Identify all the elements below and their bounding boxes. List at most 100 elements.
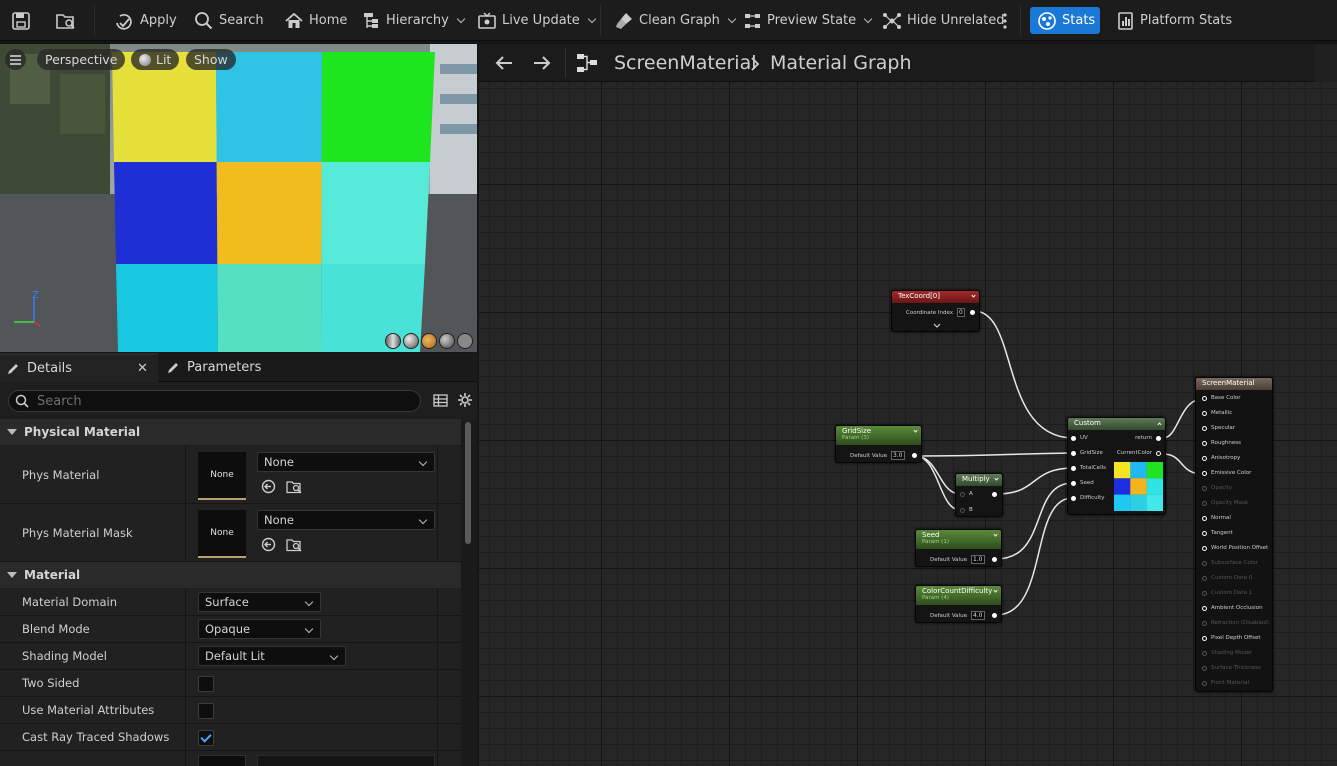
output-pin-row[interactable]: Pixel Depth Offset: [1202, 635, 1261, 641]
browse-asset-icon[interactable]: [55, 0, 77, 41]
more-options-icon[interactable]: [1002, 0, 1008, 41]
output-pin-row[interactable]: Roughness: [1202, 440, 1241, 446]
input-pin[interactable]: [1202, 455, 1207, 461]
search-button[interactable]: Search: [194, 0, 264, 41]
output-pin-row[interactable]: Emissive Color: [1202, 470, 1251, 476]
gear-icon[interactable]: [457, 392, 473, 408]
output-pin-row[interactable]: Opacity: [1202, 485, 1232, 491]
viewport-menu-icon[interactable]: [5, 49, 26, 70]
perspective-button[interactable]: Perspective: [37, 49, 126, 70]
node-screen-material-output[interactable]: ScreenMaterial Base Color Metallic Specula…: [1195, 377, 1273, 692]
input-pin[interactable]: [1202, 590, 1207, 596]
input-pin[interactable]: [1202, 635, 1207, 641]
pin-difficulty[interactable]: Difficulty: [1071, 495, 1105, 501]
output-pin-row[interactable]: Front Material: [1202, 680, 1249, 686]
output-pin-row[interactable]: Ambient Occlusion: [1202, 605, 1263, 611]
material-domain-combo[interactable]: Surface: [198, 592, 321, 612]
shading-model-combo[interactable]: Default Lit: [198, 646, 346, 666]
input-pin[interactable]: [1202, 440, 1207, 446]
pin-default-value[interactable]: Default Value 1.0: [930, 555, 985, 564]
node-gridsize[interactable]: GridSize Param (3) Default Value 3.0: [835, 425, 922, 463]
close-icon[interactable]: ✕: [137, 361, 148, 376]
pin-value[interactable]: 0: [957, 308, 965, 317]
asset-thumbnail[interactable]: None: [198, 510, 246, 558]
input-pin[interactable]: [1202, 605, 1207, 611]
output-pin[interactable]: [992, 492, 997, 497]
output-pin-row[interactable]: Subsurface Color: [1202, 560, 1258, 566]
lit-button[interactable]: Lit: [131, 49, 180, 70]
blend-mode-combo[interactable]: Opaque: [198, 619, 321, 639]
browse-asset-icon[interactable]: [286, 537, 303, 552]
input-pin[interactable]: [1202, 410, 1207, 416]
output-pin-row[interactable]: Base Color: [1202, 395, 1241, 401]
cast-ray-traced-shadows-checkbox[interactable]: [198, 730, 214, 746]
show-button[interactable]: Show: [186, 49, 236, 70]
home-button[interactable]: Home: [284, 0, 347, 41]
two-sided-checkbox[interactable]: [198, 676, 214, 692]
input-pin[interactable]: [1202, 530, 1207, 536]
output-pin[interactable]: [992, 557, 997, 562]
details-search-input[interactable]: [37, 393, 397, 409]
node-seed[interactable]: Seed Param (1) Default Value 1.0: [915, 529, 1002, 567]
partial-combo[interactable]: [257, 755, 435, 766]
stats-button[interactable]: Stats: [1030, 7, 1100, 34]
custom-mesh-preview-icon[interactable]: [457, 333, 473, 349]
platform-stats-button[interactable]: Platform Stats: [1117, 0, 1232, 41]
pin-value[interactable]: 4.0: [970, 611, 985, 620]
pin-default-value[interactable]: Default Value 3.0: [850, 451, 905, 460]
asset-thumbnail[interactable]: None: [198, 452, 246, 500]
input-pin[interactable]: [1202, 680, 1207, 686]
pin-coordinate-index[interactable]: Coordinate Index 0: [906, 308, 965, 317]
input-pin[interactable]: [1202, 395, 1207, 401]
use-material-attributes-checkbox[interactable]: [198, 703, 214, 719]
asset-thumbnail[interactable]: [198, 755, 246, 766]
output-pin-row[interactable]: Tangent: [1202, 530, 1233, 536]
pin-default-value[interactable]: Default Value 4.0: [930, 611, 985, 620]
input-pin[interactable]: [1202, 620, 1207, 626]
hide-unrelated-button[interactable]: Hide Unrelated: [882, 0, 1005, 41]
preview-state-button[interactable]: Preview State: [744, 0, 873, 41]
apply-button[interactable]: Apply: [113, 0, 177, 41]
output-pin-row[interactable]: Anisotropy: [1202, 455, 1240, 461]
details-scrollbar-thumb[interactable]: [465, 422, 471, 544]
input-pin[interactable]: [1202, 560, 1207, 566]
output-pin-row[interactable]: Metallic: [1202, 410, 1232, 416]
input-pin[interactable]: [1202, 545, 1207, 551]
output-pin-row[interactable]: Specular: [1202, 425, 1235, 431]
output-pin-row[interactable]: Shading Model: [1202, 650, 1252, 656]
chevron-down-icon[interactable]: [933, 323, 941, 329]
output-pin[interactable]: [992, 613, 997, 618]
pin-gridsize[interactable]: GridSize: [1071, 450, 1103, 456]
pin-value[interactable]: 1.0: [970, 555, 985, 564]
input-pin[interactable]: [1202, 575, 1207, 581]
breadcrumb-asset[interactable]: ScreenMaterial: [614, 44, 757, 82]
phys-material-mask-combo[interactable]: None: [257, 510, 435, 530]
sphere-preview-icon[interactable]: [403, 333, 419, 349]
pin-seed[interactable]: Seed: [1071, 480, 1094, 486]
back-arrow-icon[interactable]: [494, 55, 514, 71]
forward-arrow-icon[interactable]: [532, 55, 552, 71]
cube-preview-icon[interactable]: [439, 333, 455, 349]
category-material[interactable]: Material: [0, 562, 461, 588]
use-selected-icon[interactable]: [261, 537, 276, 552]
output-pin-row[interactable]: Custom Data 1: [1202, 590, 1252, 596]
node-multiply[interactable]: Multiply A B: [955, 473, 1003, 517]
material-preview-viewport[interactable]: Perspective Lit Show Z: [0, 44, 477, 352]
save-icon[interactable]: [11, 0, 31, 41]
breadcrumb-graph[interactable]: Material Graph: [770, 44, 912, 82]
output-pin-row[interactable]: World Position Offset: [1202, 545, 1268, 551]
input-pin[interactable]: [1202, 650, 1207, 656]
pin-current-color[interactable]: CurrentColor: [1117, 450, 1161, 456]
input-pin[interactable]: [1202, 665, 1207, 671]
output-pin-row[interactable]: Normal: [1202, 515, 1231, 521]
node-custom[interactable]: Custom UV GridSize TotalCells Seed Diffi…: [1067, 417, 1166, 515]
input-pin[interactable]: [1202, 425, 1207, 431]
hierarchy-button[interactable]: Hierarchy: [361, 0, 466, 41]
pin-return[interactable]: return: [1135, 435, 1161, 441]
browse-asset-icon[interactable]: [286, 479, 303, 494]
tab-details[interactable]: Details ✕: [0, 353, 158, 382]
output-pin[interactable]: [912, 453, 917, 458]
pin-a[interactable]: A: [960, 491, 973, 497]
output-pin-row[interactable]: Refraction (Disabled): [1202, 620, 1269, 626]
input-pin[interactable]: [1202, 470, 1207, 476]
